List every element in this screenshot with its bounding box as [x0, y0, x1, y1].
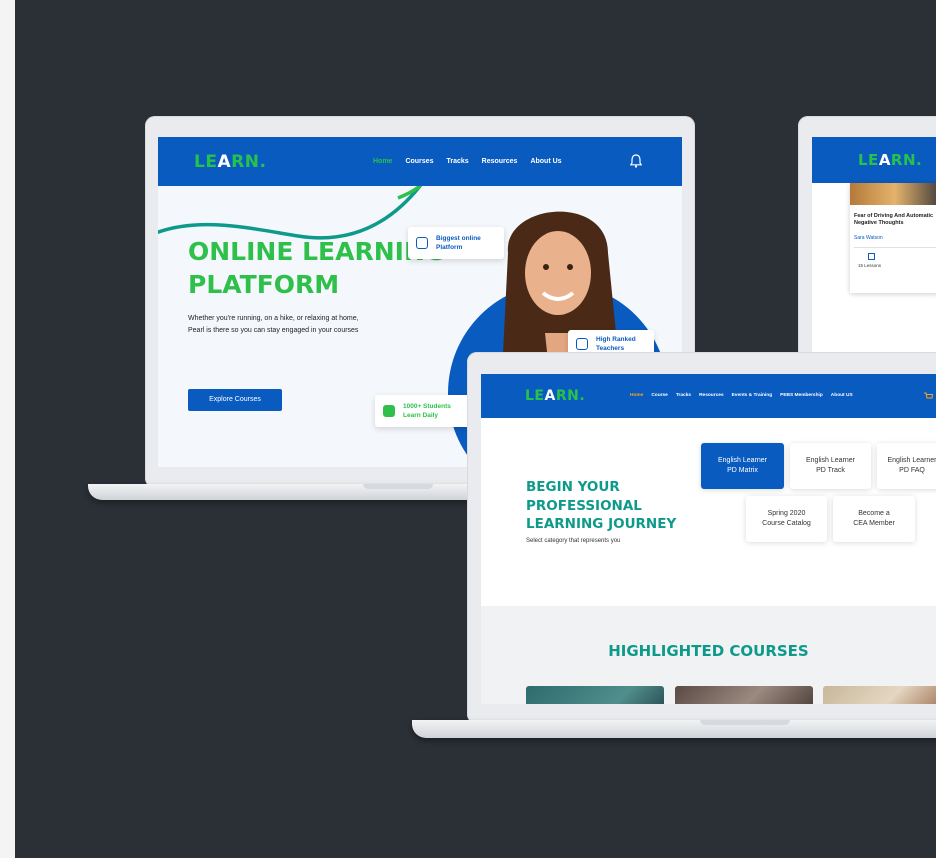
card-pd-matrix[interactable]: English Learner PD Matrix [701, 443, 784, 489]
nav-about[interactable]: About US [831, 393, 853, 398]
course-title: Fear of Driving And Automatic Negative T… [854, 213, 934, 226]
journey-screen: LEARN. Home Course Tracks Resources Even… [481, 374, 936, 704]
card-line1: English Learner [717, 457, 768, 464]
journey-title: BEGIN YOUR PROFESSIONAL LEARNING JOURNEY [526, 478, 696, 534]
nav-membership[interactable]: PEBS Membership [780, 393, 823, 398]
logo-text: LE [194, 152, 218, 172]
screen-icon [383, 405, 395, 417]
top-nav-3: LEARN. Home Course Tracks Resources Even… [481, 374, 936, 418]
card-line1: Spring 2020 [767, 510, 806, 517]
top-nav-2: LEARN. [812, 137, 936, 183]
logo-accent: A [878, 151, 891, 169]
logo-text-end: RN. [231, 152, 267, 172]
logo-accent: A [217, 152, 232, 172]
course-image [850, 183, 936, 205]
card-course-catalog[interactable]: Spring 2020 Course Catalog [746, 496, 827, 542]
nav-events[interactable]: Events & Training [732, 393, 773, 398]
nav-links: Home Courses Tracks Resources About Us [373, 158, 562, 165]
laptop-base-3 [412, 720, 936, 738]
course-author[interactable]: Sara Watson [854, 235, 883, 241]
card-line2: Course Catalog [762, 520, 811, 527]
left-edge-strip [0, 0, 15, 858]
nav-home[interactable]: Home [373, 158, 392, 165]
hero-description: Whether you're running, on a hike, or re… [188, 315, 359, 334]
badge-platform: Biggest online Platform [408, 227, 504, 259]
course-divider [854, 247, 936, 248]
hero-title-line2: PLATFORM [188, 270, 340, 299]
card-line2: PD FAQ [899, 467, 925, 474]
nav-about[interactable]: About Us [530, 158, 561, 165]
brand-logo-3[interactable]: LEARN. [525, 388, 585, 404]
nav-tracks[interactable]: Tracks [446, 158, 468, 165]
top-nav: LEARN. Home Courses Tracks Resources Abo… [158, 137, 682, 186]
nav-links-3: Home Course Tracks Resources Events & Tr… [630, 393, 853, 398]
logo-text: LE [858, 151, 879, 169]
lessons-count: 15 Lessons [858, 263, 882, 268]
badge-platform-text: Biggest online Platform [436, 235, 481, 251]
laptop-journey: LEARN. Home Course Tracks Resources Even… [412, 352, 936, 742]
logo-text-end: RN. [890, 151, 923, 169]
nav-courses[interactable]: Courses [405, 158, 433, 165]
logo-text: LE [525, 388, 545, 404]
card-line1: English Learner [805, 457, 856, 464]
logo-accent: A [544, 388, 556, 404]
course-card[interactable]: Fear of Driving And Automatic Negative T… [850, 183, 936, 293]
nav-resources[interactable]: Resources [482, 158, 518, 165]
nav-home[interactable]: Home [630, 393, 643, 398]
course-thumb-3[interactable] [823, 686, 936, 704]
clock-icon [416, 237, 428, 249]
card-line1: Become a [858, 510, 890, 517]
card-pd-faq[interactable]: English Learner PD FAQ [877, 443, 936, 489]
journey-subtitle: Select category that represents you [526, 538, 621, 544]
highlighted-courses-section: HIGHLIGHTED COURSES [481, 606, 936, 704]
card-cea-member[interactable]: Become a CEA Member [833, 496, 915, 542]
card-pd-track[interactable]: English Learner PD Track [790, 443, 871, 489]
course-thumb-2[interactable] [675, 686, 813, 704]
brand-logo-2[interactable]: LEARN. [858, 151, 922, 169]
logo-text-end: RN. [555, 388, 586, 404]
journey-title-line2: PROFESSIONAL [526, 497, 642, 514]
journey-title-line3: LEARNING JOURNEY [526, 516, 677, 532]
laptop-notch-3 [700, 720, 790, 725]
certificate-icon [576, 338, 588, 350]
cart-icon[interactable] [923, 391, 933, 401]
journey-title-line1: BEGIN YOUR [526, 479, 620, 495]
laptop-course: LEARN. Fear of Driving And Automatic Neg… [798, 116, 936, 366]
card-line1: English Learner [887, 457, 936, 464]
course-thumb-1[interactable] [526, 686, 664, 704]
course-screen: LEARN. Fear of Driving And Automatic Neg… [812, 137, 936, 357]
card-line2: CEA Member [853, 520, 895, 527]
explore-courses-button[interactable]: Explore Courses [188, 389, 282, 411]
card-line2: PD Track [816, 467, 845, 474]
nav-resources[interactable]: Resources [699, 393, 724, 398]
card-line2: PD Matrix [727, 467, 758, 474]
brand-logo[interactable]: LEARN. [194, 152, 266, 172]
highlighted-courses-title: HIGHLIGHTED COURSES [608, 642, 809, 660]
lessons-icon [868, 253, 875, 260]
badge-teachers-text: High Ranked Teachers [596, 336, 636, 352]
bell-icon[interactable] [630, 154, 642, 168]
nav-tracks[interactable]: Tracks [676, 393, 691, 398]
nav-course[interactable]: Course [651, 393, 668, 398]
